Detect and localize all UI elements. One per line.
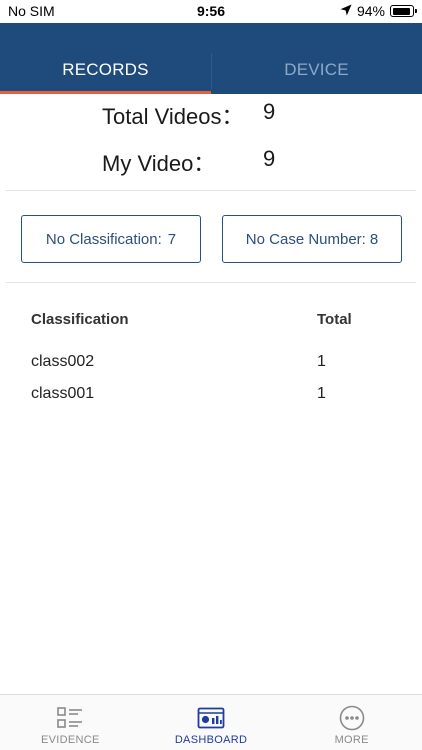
total-videos-value: 9 bbox=[263, 99, 276, 124]
battery-icon bbox=[390, 5, 417, 17]
nav-more[interactable]: MORE bbox=[281, 695, 422, 750]
no-case-number-button[interactable]: No Case Number: 8 bbox=[222, 215, 402, 263]
my-video-label: My Video： bbox=[102, 151, 216, 176]
no-classification-button[interactable]: No Classification: 7 bbox=[21, 215, 201, 263]
tab-divider bbox=[211, 53, 212, 89]
dashboard-chart-icon bbox=[197, 705, 225, 731]
status-bar: No SIM 9:56 94% bbox=[0, 0, 422, 23]
location-arrow-icon bbox=[340, 3, 352, 19]
evidence-list-icon bbox=[56, 705, 84, 731]
bottom-nav: EVIDENCE DASHBOARD MORE bbox=[0, 694, 422, 750]
no-case-number-count: 8 bbox=[369, 230, 379, 248]
tab-device[interactable]: DEVICE bbox=[211, 23, 422, 94]
no-classification-count: 7 bbox=[167, 230, 177, 248]
no-case-number-label: No Case Number: bbox=[245, 230, 366, 248]
battery-level bbox=[392, 7, 411, 15]
table-row[interactable]: class002 1 bbox=[0, 353, 422, 375]
nav-evidence[interactable]: EVIDENCE bbox=[0, 695, 141, 750]
total-cell: 1 bbox=[317, 353, 326, 370]
active-tab-indicator bbox=[0, 91, 211, 94]
top-tab-bar: RECORDS DEVICE bbox=[0, 23, 422, 94]
nav-evidence-label: EVIDENCE bbox=[41, 734, 100, 746]
total-cell: 1 bbox=[317, 385, 326, 402]
nav-dashboard[interactable]: DASHBOARD bbox=[141, 695, 282, 750]
divider bbox=[6, 190, 416, 191]
classification-cell: class001 bbox=[31, 385, 95, 402]
my-video-row: My Video： 9 bbox=[0, 146, 422, 176]
status-indicators: 94% bbox=[340, 3, 417, 19]
table-row[interactable]: class001 1 bbox=[0, 385, 422, 407]
more-dots-icon bbox=[338, 705, 366, 731]
total-videos-label: Total Videos： bbox=[102, 104, 244, 129]
total-column-header: Total bbox=[317, 311, 352, 328]
my-video-value: 9 bbox=[263, 146, 276, 171]
total-videos-row: Total Videos： 9 bbox=[0, 99, 422, 129]
nav-more-label: MORE bbox=[334, 734, 369, 746]
classification-column-header: Classification bbox=[31, 311, 129, 328]
tab-records[interactable]: RECORDS bbox=[0, 23, 211, 94]
nav-dashboard-label: DASHBOARD bbox=[174, 734, 248, 746]
no-classification-label: No Classification: bbox=[45, 230, 162, 248]
classification-cell: class002 bbox=[31, 353, 95, 370]
battery-percent: 94% bbox=[356, 3, 385, 19]
divider bbox=[6, 282, 416, 283]
